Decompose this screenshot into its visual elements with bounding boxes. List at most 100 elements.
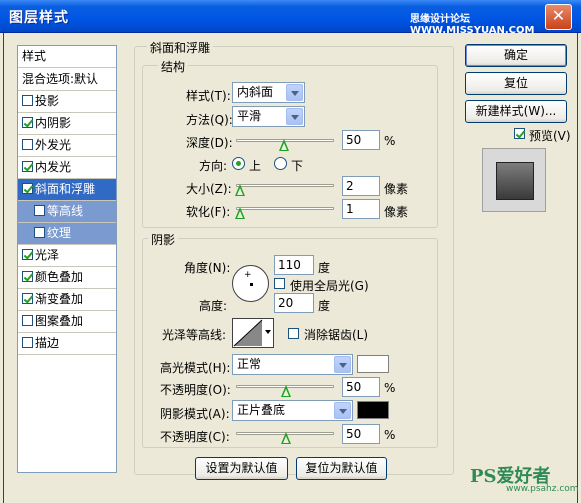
- title-bar: 图层样式 思缘设计论坛 WWW.MISSYUAN.COM ✕: [0, 0, 581, 36]
- altitude-input[interactable]: 20: [274, 293, 314, 313]
- size-slider-thumb[interactable]: [235, 184, 246, 197]
- reset-button[interactable]: 复位: [465, 72, 567, 95]
- list-item-gradient-overlay[interactable]: 渐变叠加: [18, 289, 116, 311]
- soften-slider-thumb[interactable]: [235, 207, 246, 220]
- close-button[interactable]: ✕: [545, 4, 572, 30]
- highlight-opacity-input[interactable]: 50: [342, 377, 380, 397]
- checkbox-checked[interactable]: [22, 183, 33, 194]
- soften-slider-track[interactable]: [236, 207, 334, 210]
- list-item-color-overlay[interactable]: 颜色叠加: [18, 267, 116, 289]
- size-input[interactable]: 2: [342, 176, 380, 196]
- contour-curve-icon: [233, 319, 263, 347]
- list-item-texture[interactable]: 纹理: [18, 223, 116, 245]
- depth-unit: %: [384, 134, 396, 148]
- altitude-label: 高度:: [199, 299, 228, 313]
- checkbox-checked[interactable]: [22, 249, 33, 260]
- window-title: 图层样式: [9, 10, 69, 26]
- direction-down-label: 下: [291, 159, 304, 173]
- list-item-stroke[interactable]: 描边: [18, 333, 116, 355]
- soften-label: 软化(F):: [186, 205, 231, 219]
- ok-button[interactable]: 确定: [465, 44, 567, 67]
- list-item-inner-shadow[interactable]: 内阴影: [18, 113, 116, 135]
- highlight-mode-label: 高光模式(H):: [160, 361, 231, 375]
- list-item-blending-options[interactable]: 混合选项:默认: [18, 69, 116, 91]
- new-style-button[interactable]: 新建样式(W)...: [465, 100, 567, 123]
- depth-slider-thumb[interactable]: [279, 139, 290, 152]
- angle-dial[interactable]: +: [232, 265, 269, 302]
- shadow-color-swatch[interactable]: [357, 401, 389, 419]
- list-item-outer-glow[interactable]: 外发光: [18, 135, 116, 157]
- shadow-opacity-slider-thumb[interactable]: [281, 432, 292, 445]
- soften-input[interactable]: 1: [342, 199, 380, 219]
- site-logo: PS爱好者 www.psahz.com: [470, 466, 579, 494]
- depth-label: 深度(D):: [186, 136, 233, 150]
- size-unit: 像素: [384, 182, 409, 196]
- chevron-down-icon: [334, 402, 351, 419]
- structure-title: 结构: [158, 58, 189, 75]
- style-select[interactable]: 内斜面: [232, 82, 305, 103]
- technique-label: 方法(Q):: [186, 113, 233, 127]
- shadow-mode-label: 阴影模式(A):: [160, 407, 230, 421]
- checkbox[interactable]: [22, 95, 33, 106]
- shading-title: 阴影: [148, 231, 179, 248]
- preview-label: 预览(V): [529, 129, 571, 143]
- angle-input[interactable]: 110: [274, 255, 314, 275]
- preview-checkbox[interactable]: [514, 128, 525, 139]
- chevron-down-icon: [334, 356, 351, 373]
- bevel-emboss-title: 斜面和浮雕: [147, 39, 214, 56]
- soften-unit: 像素: [384, 205, 409, 219]
- style-list: 样式 混合选项:默认 投影 内阴影 外发光 内发光 斜面和浮雕 等高线 纹理 光…: [17, 45, 117, 473]
- direction-label: 方向:: [199, 159, 228, 173]
- checkbox[interactable]: [22, 315, 33, 326]
- checkbox[interactable]: [34, 227, 45, 238]
- highlight-mode-select[interactable]: 正常: [232, 354, 353, 375]
- crosshair-icon: +: [244, 270, 252, 280]
- shadow-opacity-input[interactable]: 50: [342, 424, 380, 444]
- highlight-opacity-label: 不透明度(O):: [160, 383, 231, 397]
- direction-up-label: 上: [249, 159, 262, 173]
- antialias-checkbox[interactable]: [288, 328, 299, 339]
- altitude-unit: 度: [318, 299, 331, 313]
- shadow-mode-select[interactable]: 正片叠底: [232, 400, 353, 421]
- highlight-opacity-unit: %: [384, 381, 396, 395]
- technique-select[interactable]: 平滑: [232, 106, 305, 127]
- antialias-label: 消除锯齿(L): [304, 328, 369, 342]
- highlight-opacity-slider-thumb[interactable]: [281, 385, 292, 398]
- list-item-drop-shadow[interactable]: 投影: [18, 91, 116, 113]
- global-light-label: 使用全局光(G): [290, 279, 369, 293]
- checkbox[interactable]: [22, 139, 33, 150]
- chevron-down-icon: [286, 84, 303, 101]
- gloss-contour-picker[interactable]: [232, 318, 274, 348]
- checkbox-checked[interactable]: [22, 161, 33, 172]
- reset-default-button[interactable]: 复位为默认值: [296, 457, 387, 480]
- style-preview: [482, 148, 546, 212]
- global-light-checkbox[interactable]: [274, 278, 285, 289]
- list-item-inner-glow[interactable]: 内发光: [18, 157, 116, 179]
- depth-input[interactable]: 50: [342, 130, 380, 150]
- list-item-styles[interactable]: 样式: [18, 46, 116, 68]
- shadow-opacity-unit: %: [384, 428, 396, 442]
- gloss-contour-label: 光泽等高线:: [162, 328, 227, 342]
- chevron-down-icon: [286, 108, 303, 125]
- list-item-pattern-overlay[interactable]: 图案叠加: [18, 311, 116, 333]
- angle-label: 角度(N):: [184, 261, 231, 275]
- list-item-bevel-emboss[interactable]: 斜面和浮雕: [18, 179, 116, 201]
- direction-down-radio[interactable]: [274, 157, 287, 170]
- angle-unit: 度: [318, 261, 331, 275]
- list-item-satin[interactable]: 光泽: [18, 245, 116, 267]
- direction-up-radio[interactable]: [232, 157, 245, 170]
- size-label: 大小(Z):: [186, 182, 232, 196]
- checkbox-checked[interactable]: [22, 293, 33, 304]
- checkbox[interactable]: [22, 337, 33, 348]
- highlight-color-swatch[interactable]: [357, 355, 389, 373]
- checkbox-checked[interactable]: [22, 117, 33, 128]
- shadow-opacity-label: 不透明度(C):: [160, 430, 230, 444]
- checkbox[interactable]: [34, 205, 45, 216]
- size-slider-track[interactable]: [236, 184, 334, 187]
- preview-swatch: [496, 162, 534, 200]
- checkbox-checked[interactable]: [22, 271, 33, 282]
- list-item-contour[interactable]: 等高线: [18, 201, 116, 223]
- caret-down-icon: [265, 330, 271, 334]
- make-default-button[interactable]: 设置为默认值: [195, 457, 288, 480]
- angle-center-dot: [250, 283, 253, 286]
